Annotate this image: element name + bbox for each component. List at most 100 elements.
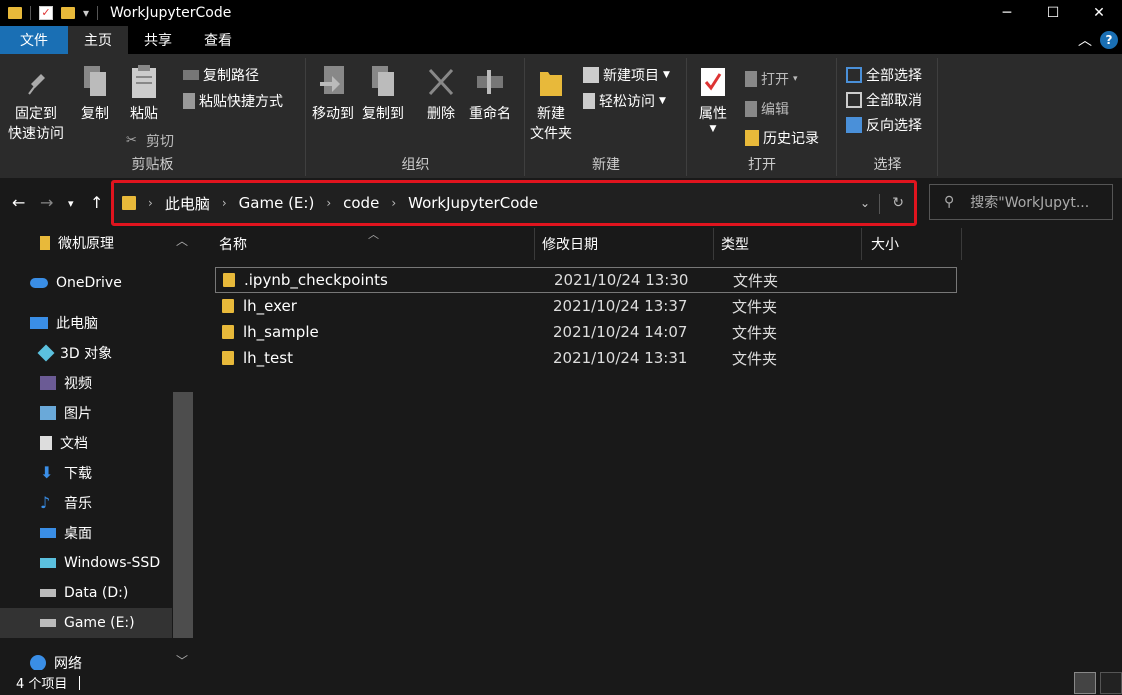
search-input[interactable]: ⚲ 搜索"WorkJupyt...	[929, 184, 1113, 220]
file-row[interactable]: lh_exer 2021/10/24 13:37 文件夹	[215, 293, 957, 319]
sidebar-item-game-drive[interactable]: Game (E:)	[0, 608, 172, 638]
sidebar-item-pictures[interactable]: 图片	[0, 398, 172, 428]
details-view-icon[interactable]	[1074, 671, 1096, 694]
refresh-icon[interactable]: ↻	[892, 195, 904, 211]
up-arrow-icon[interactable]: ↑	[90, 193, 103, 212]
copy-button[interactable]: 复制	[80, 64, 110, 124]
recent-locations-chevron-icon[interactable]: ▾	[68, 197, 74, 210]
address-history-chevron-icon[interactable]: ⌄	[860, 196, 870, 210]
column-header-size[interactable]: 大小	[862, 228, 962, 260]
select-none-button[interactable]: 全部取消	[846, 89, 922, 111]
sidebar-item-downloads[interactable]: ⬇ 下载	[0, 458, 172, 488]
tab-file[interactable]: 文件	[0, 26, 68, 54]
chevron-down-icon: ▼	[663, 70, 670, 80]
file-row[interactable]: lh_sample 2021/10/24 14:07 文件夹	[215, 319, 957, 345]
new-folder-button[interactable]: 新建 文件夹	[530, 64, 572, 144]
address-bar[interactable]: › 此电脑 › Game (E:) › code › WorkJupyterCo…	[111, 180, 917, 226]
breadcrumb: › 此电脑 › Game (E:) › code › WorkJupyterCo…	[148, 193, 538, 214]
column-header-date[interactable]: 修改日期	[535, 228, 714, 260]
properties-icon	[698, 64, 728, 100]
file-row[interactable]: lh_test 2021/10/24 13:31 文件夹	[215, 345, 957, 371]
cut-button[interactable]: ✂ 剪切	[126, 130, 174, 152]
copy-to-button[interactable]: 复制到	[362, 64, 404, 124]
navigation-pane: 微机原理 OneDrive 此电脑 3D 对象 视频 图片 文档 ⬇ 下载 ♪ …	[0, 228, 195, 670]
new-item-button[interactable]: 新建项目 ▼	[583, 64, 670, 86]
new-item-icon	[583, 67, 599, 83]
group-select: 全部选择 全部取消 反向选择 选择	[838, 58, 938, 176]
computer-icon	[30, 317, 48, 329]
breadcrumb-this-pc[interactable]: 此电脑	[165, 193, 210, 214]
close-button[interactable]: ✕	[1076, 0, 1122, 26]
scroll-up-icon[interactable]: ︿	[176, 232, 188, 249]
maximize-button[interactable]: ☐	[1030, 0, 1076, 26]
sidebar-item-desktop[interactable]: 桌面	[0, 518, 172, 548]
paste-shortcut-button[interactable]: 粘贴快捷方式	[183, 90, 283, 112]
tab-home[interactable]: 主页	[68, 26, 128, 54]
tab-share[interactable]: 共享	[128, 26, 188, 54]
pin-quick-access-button[interactable]: 固定到 快速访问	[8, 64, 64, 144]
breadcrumb-game-drive[interactable]: Game (E:)	[239, 194, 315, 212]
sidebar-item-3d-objects[interactable]: 3D 对象	[0, 338, 172, 368]
properties-button[interactable]: 属性 ▼	[698, 64, 728, 134]
sidebar-scrollbar-thumb[interactable]	[173, 392, 193, 638]
easy-access-button[interactable]: 轻松访问 ▼	[583, 90, 666, 112]
sidebar-item-videos[interactable]: 视频	[0, 368, 172, 398]
scissors-icon: ✂	[126, 133, 137, 148]
copy-path-button[interactable]: 复制路径	[183, 64, 259, 86]
document-icon	[40, 436, 52, 450]
minimize-button[interactable]: ─	[984, 0, 1030, 26]
sidebar-item-onedrive[interactable]: OneDrive	[0, 268, 172, 298]
easy-access-icon	[583, 93, 595, 109]
delete-button[interactable]: 删除	[426, 64, 456, 124]
sidebar-item-this-pc[interactable]: 此电脑	[0, 308, 172, 338]
select-all-button[interactable]: 全部选择	[846, 64, 922, 86]
help-icon[interactable]: ?	[1100, 31, 1118, 49]
back-arrow-icon[interactable]: ←	[12, 193, 25, 212]
customize-toolbar-icon[interactable]: ▾	[83, 6, 89, 20]
new-folder-icon[interactable]	[61, 7, 75, 19]
divider	[879, 194, 880, 214]
large-icons-view-icon[interactable]	[1100, 671, 1122, 694]
collapse-ribbon-icon[interactable]: ︿	[1078, 30, 1092, 50]
chevron-right-icon[interactable]: ›	[326, 196, 331, 210]
column-header-name[interactable]: 名称	[195, 228, 535, 260]
file-row[interactable]: .ipynb_checkpoints 2021/10/24 13:30 文件夹	[215, 267, 957, 293]
divider	[30, 6, 31, 20]
breadcrumb-code[interactable]: code	[343, 194, 379, 212]
forward-arrow-icon[interactable]: →	[40, 193, 53, 212]
folder-icon	[40, 236, 50, 250]
cube-icon	[37, 344, 55, 362]
sidebar-item-data-drive[interactable]: Data (D:)	[0, 578, 172, 608]
history-button[interactable]: 历史记录	[745, 127, 819, 149]
tab-view[interactable]: 查看	[188, 26, 248, 54]
sidebar-item-music[interactable]: ♪ 音乐	[0, 488, 172, 518]
sidebar-item-network[interactable]: 网络	[0, 648, 172, 670]
desktop-icon	[40, 528, 56, 538]
group-open: 属性 ▼ 打开 ▾ 编辑 历史记录 打开	[688, 58, 837, 176]
rename-button[interactable]: 重命名	[469, 64, 511, 124]
video-icon	[40, 376, 56, 390]
edit-button[interactable]: 编辑	[745, 98, 789, 120]
column-header-type[interactable]: 类型	[714, 228, 862, 260]
chevron-down-icon: ▾	[793, 74, 798, 84]
breadcrumb-workjupytercode[interactable]: WorkJupyterCode	[408, 194, 538, 212]
copy-to-icon	[368, 64, 398, 100]
chevron-right-icon[interactable]: ›	[222, 196, 227, 210]
paste-button[interactable]: 粘贴	[129, 64, 159, 124]
scroll-down-icon[interactable]: ﹀	[176, 652, 188, 669]
group-label-organize: 组织	[401, 157, 430, 173]
chevron-right-icon[interactable]: ›	[148, 196, 153, 210]
status-bar: 4 个项目	[0, 670, 1122, 695]
open-button[interactable]: 打开 ▾	[745, 68, 798, 90]
select-all-icon	[846, 67, 862, 83]
sidebar-item-windows-ssd[interactable]: Windows-SSD	[0, 548, 172, 578]
chevron-right-icon[interactable]: ›	[391, 196, 396, 210]
sidebar-item-weiji[interactable]: 微机原理	[0, 228, 172, 258]
folder-icon	[122, 196, 136, 210]
sidebar-item-documents[interactable]: 文档	[0, 428, 172, 458]
move-to-button[interactable]: 移动到	[312, 64, 354, 124]
properties-icon[interactable]: ✓	[39, 6, 53, 20]
copy-icon	[80, 64, 110, 100]
delete-x-icon	[426, 64, 456, 100]
invert-selection-button[interactable]: 反向选择	[846, 114, 922, 136]
